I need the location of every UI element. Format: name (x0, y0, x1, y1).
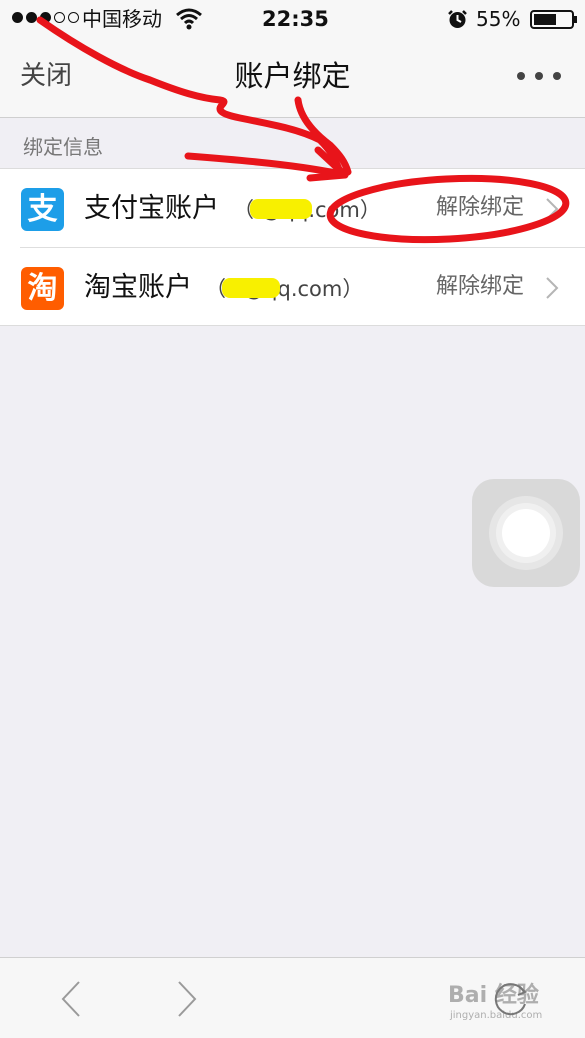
section-header: 绑定信息 (23, 135, 103, 159)
redaction-mark (250, 199, 312, 219)
account-row-taobao[interactable]: 淘 淘宝账户 （ *@qq.com） 解除绑定 (0, 248, 585, 327)
account-list: 支 支付宝账户 （ @qq.com） 解除绑定 淘 淘宝账户 （ *@qq.co… (0, 168, 585, 326)
redaction-mark (222, 278, 280, 298)
signal-strength-icon (12, 12, 79, 26)
back-icon[interactable] (60, 980, 82, 1018)
battery-percent: 55% (476, 7, 521, 31)
carrier-name: 中国移动 (82, 7, 162, 31)
browser-toolbar: Bai 经验 jingyan.baidu.com (0, 957, 585, 1038)
taobao-icon: 淘 (21, 267, 64, 310)
refresh-icon[interactable] (491, 978, 531, 1018)
account-name: 淘宝账户 (84, 272, 192, 303)
wifi-icon (176, 8, 202, 30)
unbind-button[interactable]: 解除绑定 (436, 193, 524, 223)
close-button[interactable]: 关闭 (20, 58, 72, 94)
page-title: 账户绑定 (234, 59, 351, 93)
more-icon[interactable] (516, 70, 562, 82)
chevron-right-icon (546, 198, 559, 220)
status-bar: 中国移动 22:35 55% (0, 0, 585, 38)
chevron-right-icon (546, 277, 559, 299)
alarm-icon (448, 10, 467, 28)
navigation-bar: 账户绑定 关闭 (0, 38, 585, 118)
clock: 22:35 (262, 7, 329, 31)
account-name: 支付宝账户 (84, 193, 219, 224)
unbind-button[interactable]: 解除绑定 (436, 272, 524, 302)
forward-icon[interactable] (176, 980, 198, 1018)
battery-icon (530, 10, 577, 29)
alipay-icon: 支 (21, 188, 64, 231)
account-row-alipay[interactable]: 支 支付宝账户 （ @qq.com） 解除绑定 (0, 169, 585, 248)
assistive-touch-button[interactable] (472, 479, 580, 587)
